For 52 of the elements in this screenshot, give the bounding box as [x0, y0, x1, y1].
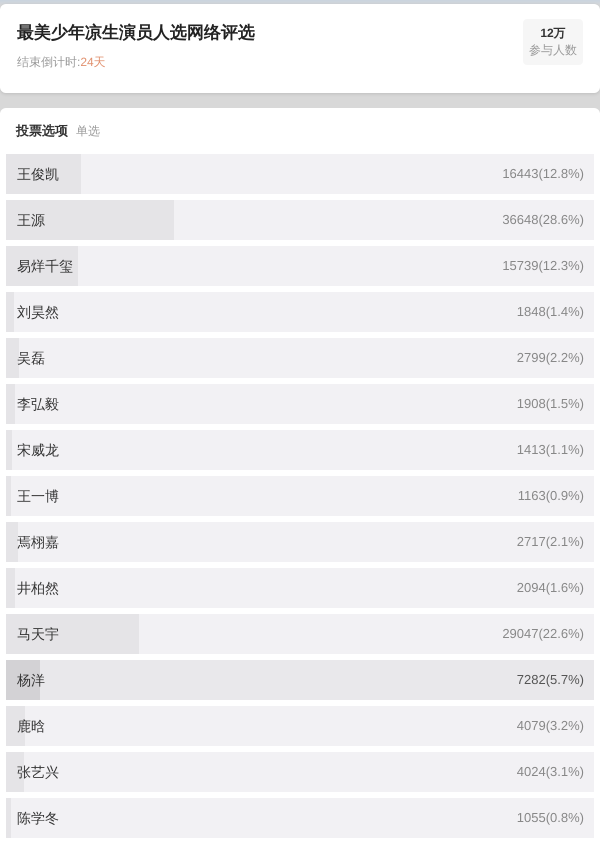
candidate-name: 鹿晗 — [17, 716, 45, 736]
candidate-name: 马天宇 — [17, 624, 59, 644]
participants-label: 参与人数 — [529, 42, 577, 59]
candidate-name: 王源 — [17, 210, 45, 230]
vote-count: 36648(28.6%) — [502, 211, 584, 230]
countdown-value: 24天 — [80, 54, 106, 70]
selection-mode: 单选 — [76, 123, 100, 140]
vote-option-bar[interactable]: 张艺兴 4024(3.1%) — [6, 752, 594, 792]
vote-count: 1413(1.1%) — [516, 441, 584, 460]
candidate-name: 焉栩嘉 — [17, 532, 59, 552]
candidate-name: 张艺兴 — [17, 762, 59, 782]
vote-count: 15739(12.3%) — [502, 257, 584, 276]
vote-count: 1163(0.9%) — [518, 487, 584, 506]
vote-option-bar[interactable]: 王俊凯 16443(12.8%) — [6, 154, 594, 194]
poll-title: 最美少年凉生演员人选网络评选 — [17, 22, 255, 44]
candidate-name: 刘昊然 — [17, 302, 59, 322]
vote-count: 29047(22.6%) — [502, 625, 584, 644]
vote-count: 16443(12.8%) — [502, 165, 584, 184]
vote-option-bar[interactable]: 马天宇 29047(22.6%) — [6, 614, 594, 654]
vote-option-bar[interactable]: 杨洋 7282(5.7%) — [6, 660, 594, 700]
vote-option-bar[interactable]: 焉栩嘉 2717(2.1%) — [6, 522, 594, 562]
vote-option-bar[interactable]: 李弘毅 1908(1.5%) — [6, 384, 594, 424]
vote-count: 4024(3.1%) — [516, 763, 584, 782]
vote-option-bar[interactable]: 易烊千玺 15739(12.3%) — [6, 246, 594, 286]
participants-count: 12万 — [540, 25, 566, 42]
vote-option-bar[interactable]: 吴磊 2799(2.2%) — [6, 338, 594, 378]
candidate-name: 李弘毅 — [17, 394, 59, 414]
vote-count: 7282(5.7%) — [516, 671, 584, 690]
vote-count: 2717(2.1%) — [516, 533, 584, 552]
section-title: 投票选项 — [16, 122, 68, 140]
vote-option-bar[interactable]: 王源 36648(28.6%) — [6, 200, 594, 240]
vote-count: 1848(1.4%) — [516, 303, 584, 322]
candidate-name: 井柏然 — [17, 578, 59, 598]
candidate-name: 王俊凯 — [17, 164, 59, 184]
vote-count: 2094(1.6%) — [516, 579, 584, 598]
vote-option-bar[interactable]: 井柏然 2094(1.6%) — [6, 568, 594, 608]
candidate-name: 杨洋 — [17, 670, 45, 690]
candidate-name: 易烊千玺 — [17, 256, 73, 276]
vote-option-bar[interactable]: 王一博 1163(0.9%) — [6, 476, 594, 516]
countdown-label: 结束倒计时: — [17, 54, 80, 70]
vote-count: 1908(1.5%) — [516, 395, 584, 414]
candidate-name: 王一博 — [17, 486, 59, 506]
vote-count: 1055(0.8%) — [516, 809, 584, 828]
vote-count: 2799(2.2%) — [516, 349, 584, 368]
vote-option-bar[interactable]: 刘昊然 1848(1.4%) — [6, 292, 594, 332]
vote-option-bar[interactable]: 宋威龙 1413(1.1%) — [6, 430, 594, 470]
candidate-name: 陈学冬 — [17, 808, 59, 828]
vote-option-bar[interactable]: 陈学冬 1055(0.8%) — [6, 798, 594, 838]
vote-count: 4079(3.2%) — [516, 717, 584, 736]
candidate-name: 吴磊 — [17, 348, 45, 368]
vote-option-bar[interactable]: 鹿晗 4079(3.2%) — [6, 706, 594, 746]
candidate-name: 宋威龙 — [17, 440, 59, 460]
